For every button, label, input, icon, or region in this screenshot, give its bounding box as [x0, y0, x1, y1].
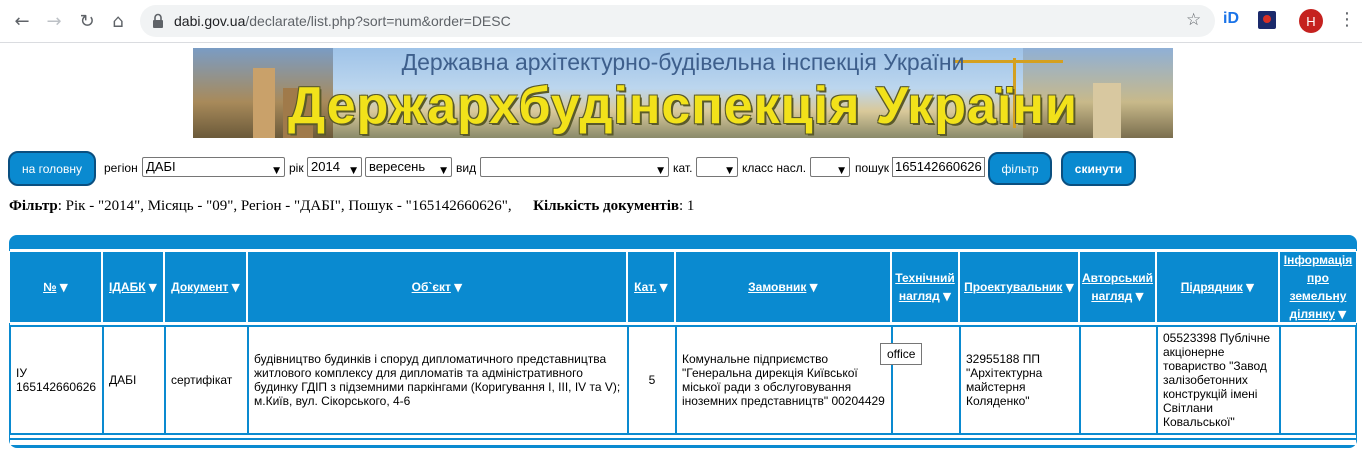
- back-arrow-icon[interactable]: ←: [10, 9, 34, 33]
- cell-designer: 32955188 ПП "Архітектурна майстерня Коля…: [959, 325, 1081, 435]
- header-category-link[interactable]: Кат.: [634, 279, 656, 295]
- header-object-link[interactable]: Об`єкт: [412, 279, 451, 295]
- cell-contractor: 05523398 Публічне акціонерне товариство …: [1156, 325, 1281, 435]
- header-author-supervision[interactable]: Авторський нагляд ▼: [1079, 251, 1156, 323]
- sort-triangle-icon: ▼: [809, 280, 818, 294]
- header-designer[interactable]: Проектувальник ▼: [959, 251, 1079, 323]
- sort-triangle-icon: ▼: [1338, 308, 1347, 321]
- header-designer-link[interactable]: Проектувальник: [964, 279, 1062, 295]
- cell-land-info: [1279, 325, 1357, 435]
- lock-icon: [153, 13, 163, 28]
- bookmark-star-icon[interactable]: ☆: [1186, 10, 1201, 30]
- chevron-down-icon: ▼: [273, 166, 280, 176]
- tooltip: office: [880, 343, 923, 365]
- sort-triangle-icon: ▼: [148, 280, 157, 294]
- class-label: класс насл.: [742, 161, 807, 175]
- sort-triangle-icon: ▼: [1135, 290, 1144, 303]
- sort-triangle-icon: ▼: [59, 280, 68, 294]
- cell-idabk: ДАБІ: [102, 325, 166, 435]
- header-contractor[interactable]: Підрядник ▼: [1156, 251, 1279, 323]
- header-idabk-link[interactable]: ІДАБК: [109, 279, 146, 295]
- header-number-link[interactable]: №: [43, 279, 56, 295]
- month-select-value: вересень: [369, 159, 426, 174]
- cell-author-supervision: [1079, 325, 1158, 435]
- category-select[interactable]: ▼: [696, 157, 738, 177]
- sort-triangle-icon: ▼: [942, 290, 952, 303]
- sort-triangle-icon: ▼: [1065, 280, 1074, 294]
- header-category[interactable]: Кат. ▼: [627, 251, 675, 323]
- home-icon[interactable]: ⌂: [106, 9, 130, 33]
- search-input[interactable]: 165142660626: [892, 157, 985, 177]
- region-select-value: ДАБІ: [146, 159, 176, 174]
- sort-triangle-icon: ▼: [1245, 280, 1255, 294]
- chevron-down-icon: ▼: [726, 166, 733, 176]
- header-customer-link[interactable]: Замовник: [748, 279, 806, 295]
- year-label: рік: [289, 161, 304, 175]
- address-bar[interactable]: dabi.gov.ua/declarate/list.php?sort=num&…: [140, 5, 1215, 37]
- banner-title: Держархбудінспекція України: [288, 77, 1078, 135]
- header-customer[interactable]: Замовник ▼: [675, 251, 891, 323]
- filter-summary: Фільтр: Рік - "2014", Місяць - "09", Рег…: [9, 198, 694, 215]
- header-contractor-link[interactable]: Підрядник: [1181, 279, 1243, 295]
- header-document-link[interactable]: Документ: [171, 279, 228, 295]
- region-select[interactable]: ДАБІ ▼: [142, 157, 285, 177]
- cell-customer: Комунальне підприємство "Генеральна дире…: [675, 325, 893, 435]
- extension-icon[interactable]: [1258, 11, 1276, 29]
- filter-button[interactable]: фільтр: [988, 152, 1052, 185]
- cell-object: будівництво будинків і споруд дипломатич…: [247, 325, 629, 435]
- header-land-info[interactable]: Інформація про земельну ділянку ▼: [1279, 251, 1357, 323]
- category-label: кат.: [673, 161, 693, 175]
- month-select[interactable]: вересень ▼: [365, 157, 452, 177]
- cell-tech-supervision: [891, 325, 961, 435]
- home-button[interactable]: на головну: [8, 151, 96, 186]
- cell-category: 5: [627, 325, 677, 435]
- year-select-value: 2014: [311, 159, 340, 174]
- sort-triangle-icon: ▼: [231, 280, 240, 294]
- results-table: № ▼ ІДАБК ▼ Документ ▼ Об`єкт ▼ Кат. ▼ Замовн…: [9, 235, 1357, 448]
- browser-toolbar: ← → ↻ ⌂ dabi.gov.ua/declarate/list.php?s…: [0, 0, 1362, 43]
- profile-avatar[interactable]: H: [1299, 9, 1323, 33]
- reload-icon[interactable]: ↻: [75, 9, 99, 33]
- header-object[interactable]: Об`єкт ▼: [247, 251, 627, 323]
- sort-triangle-icon: ▼: [453, 280, 463, 294]
- document-count-label: Кількість документів: [533, 198, 679, 214]
- header-tech-supervision[interactable]: Технічний нагляд ▼: [891, 251, 959, 323]
- filter-summary-text: : Рік - "2014", Місяць - "09", Регіон - …: [57, 198, 512, 214]
- header-idabk[interactable]: ІДАБК ▼: [102, 251, 164, 323]
- year-select[interactable]: 2014 ▼: [307, 157, 362, 177]
- header-number[interactable]: № ▼: [9, 251, 102, 323]
- chevron-down-icon: ▼: [350, 166, 357, 176]
- cell-document: сертифікат: [164, 325, 249, 435]
- region-label: регіон: [104, 161, 138, 175]
- cell-number: ІУ 165142660626: [9, 325, 104, 435]
- url-path: /declarate/list.php?sort=num&order=DESC: [245, 13, 511, 29]
- site-banner: Державна архітектурно-будівельна інспекц…: [193, 48, 1173, 138]
- sort-triangle-icon: ▼: [659, 280, 668, 294]
- forward-arrow-icon[interactable]: →: [42, 9, 66, 33]
- type-select[interactable]: ▼: [480, 157, 669, 177]
- filter-summary-label: Фільтр: [9, 198, 58, 214]
- reset-button[interactable]: скинути: [1061, 151, 1136, 186]
- class-select[interactable]: ▼: [810, 157, 850, 177]
- url-host: dabi.gov.ua: [174, 13, 246, 29]
- extension-id-icon[interactable]: iD: [1223, 10, 1239, 28]
- document-count-value: : 1: [678, 198, 695, 214]
- type-label: вид: [456, 161, 477, 175]
- chevron-down-icon: ▼: [838, 166, 845, 176]
- header-document[interactable]: Документ ▼: [164, 251, 247, 323]
- url-text: dabi.gov.ua/declarate/list.php?sort=num&…: [174, 13, 511, 29]
- chevron-down-icon: ▼: [440, 166, 447, 176]
- chevron-down-icon: ▼: [657, 166, 664, 176]
- browser-menu-icon[interactable]: ⋮: [1338, 9, 1356, 30]
- search-label: пошук: [855, 161, 890, 175]
- table-bottom-border: [10, 438, 1356, 440]
- banner-subtitle: Державна архітектурно-будівельна інспекц…: [401, 49, 965, 75]
